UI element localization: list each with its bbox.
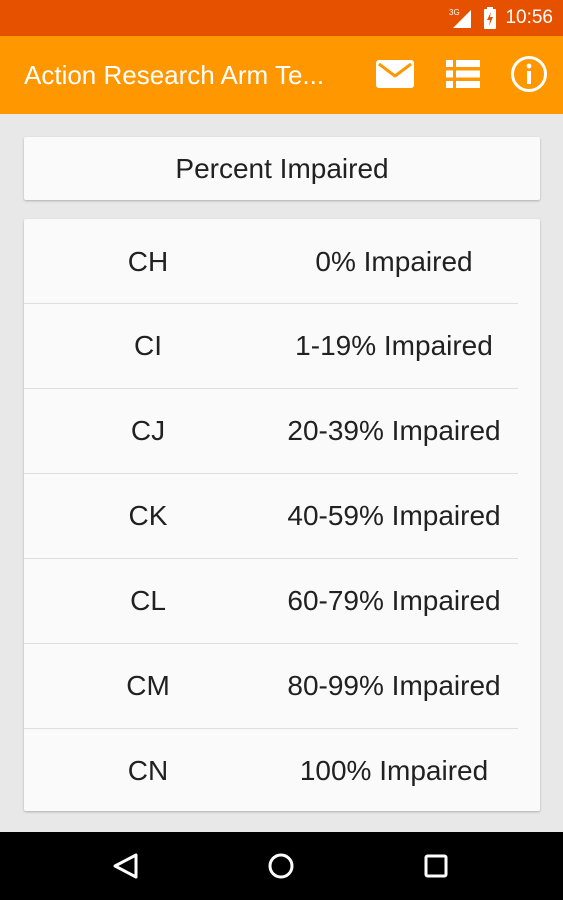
battery-charging-icon — [484, 7, 497, 29]
list-item[interactable]: CH 0% Impaired — [24, 219, 540, 304]
status-bar: 3G 10:56 — [0, 0, 563, 36]
app-bar: Action Research Arm Te... — [0, 36, 563, 114]
main-content: Percent Impaired CH 0% Impaired CI 1-19%… — [0, 114, 563, 832]
impairment-code: CK — [128, 500, 168, 531]
impairment-description: 1-19% Impaired — [295, 330, 493, 361]
impairment-description: 20-39% Impaired — [287, 415, 501, 446]
impairment-code: CL — [130, 585, 166, 616]
header-card: Percent Impaired — [24, 137, 540, 200]
signal-3g-icon: 3G — [449, 8, 472, 28]
info-icon — [511, 56, 547, 92]
list-item[interactable]: CL 60-79% Impaired — [24, 558, 540, 643]
recents-icon — [424, 854, 448, 878]
back-icon — [113, 853, 138, 879]
list-item[interactable]: CK 40-59% Impaired — [24, 473, 540, 558]
recents-button[interactable] — [412, 842, 460, 890]
status-time: 10:56 — [505, 7, 553, 28]
home-button[interactable] — [257, 842, 305, 890]
list-icon — [446, 60, 480, 88]
list-item[interactable]: CI 1-19% Impaired — [24, 303, 540, 388]
list-item[interactable]: CN 100% Impaired — [24, 728, 540, 813]
impairment-code: CI — [134, 330, 162, 361]
home-icon — [268, 853, 294, 879]
impairment-code: CH — [127, 246, 169, 277]
list-item[interactable]: CM 80-99% Impaired — [24, 643, 540, 728]
impairment-code: CJ — [130, 415, 166, 446]
status-icons: 3G 10:56 — [449, 0, 553, 36]
list-button[interactable] — [440, 51, 486, 97]
back-button[interactable] — [102, 842, 150, 890]
mail-icon — [376, 60, 414, 88]
impairment-description: 80-99% Impaired — [287, 670, 501, 701]
impairment-list: CH 0% Impaired CI 1-19% Impaired CJ 20-3… — [24, 219, 540, 811]
navigation-bar — [0, 832, 563, 900]
network-type-label: 3G — [449, 8, 460, 17]
info-button[interactable] — [506, 51, 552, 97]
app-title: Action Research Arm Te... — [24, 60, 325, 90]
header-card-title: Percent Impaired — [175, 153, 389, 184]
list-item[interactable]: CJ 20-39% Impaired — [24, 388, 540, 473]
email-button[interactable] — [372, 51, 418, 97]
impairment-code: CM — [126, 670, 170, 701]
impairment-description: 100% Impaired — [299, 755, 489, 786]
impairment-description: 60-79% Impaired — [287, 585, 501, 616]
impairment-description: 0% Impaired — [315, 246, 473, 277]
impairment-code: CN — [127, 755, 169, 786]
impairment-description: 40-59% Impaired — [287, 500, 501, 531]
